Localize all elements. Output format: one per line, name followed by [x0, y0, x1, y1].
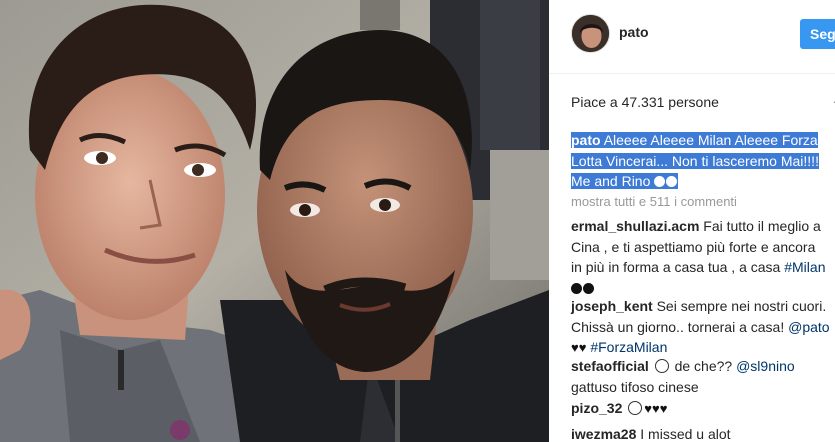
comment-username[interactable]: pizo_32 [571, 400, 622, 416]
comment-item: pizo_32 ♥♥♥ [571, 398, 835, 420]
comment-username[interactable]: ermal_shullazi.acm [571, 218, 699, 234]
post-side-panel: pato Segui Piace a 47.331 persone … pato… [549, 0, 835, 442]
likes-count[interactable]: Piace a 47.331 persone [571, 94, 719, 110]
comment-item: joseph_kent Sei sempre nei nostri cuori.… [571, 296, 835, 359]
hearts-emoji: ♥♥♥ [644, 401, 668, 416]
post-username[interactable]: pato [619, 24, 649, 40]
caption-line-1: Aleeee Aleeee Milan Aleeee Forza [603, 132, 818, 148]
comment-username[interactable]: stefaofficial [571, 358, 649, 374]
comment-text: in più in forma a casa tua , a casa [571, 259, 781, 275]
caption-line-2: Lotta Vincerai... Non ti lasceremo Mai!!… [571, 152, 819, 169]
comment-item: ermal_shullazi.acm Fai tutto il meglio a… [571, 216, 835, 298]
hashtag-link[interactable]: #Milan [784, 259, 825, 275]
avatar[interactable] [571, 14, 610, 53]
comment-text: Chissà un giorno.. tornerai a casa! [571, 318, 785, 335]
caption-line-3: Me and Rino [571, 173, 651, 189]
white-circle-icon [654, 176, 666, 187]
comment-text: de che?? [674, 358, 733, 374]
comment-text: I missed u alot [640, 426, 731, 442]
smiling-face-icon [628, 401, 643, 415]
comment-item: iwezma28 I missed u alot [571, 424, 835, 442]
comment-username[interactable]: iwezma28 [571, 426, 636, 442]
selfie-image [0, 0, 549, 442]
post-header: pato Segui [549, 0, 835, 74]
caption-author[interactable]: pato [571, 132, 601, 148]
post-photo[interactable] [0, 0, 549, 442]
follow-button[interactable]: Segui [800, 19, 835, 49]
post-caption: pato Aleeee Aleeee Milan Aleeee Forza Lo… [571, 130, 835, 192]
black-circle-icon [583, 282, 594, 294]
heart-icon: ♥ [571, 340, 579, 355]
comment-username[interactable]: joseph_kent [571, 298, 653, 314]
comment-text: Cina , e ti aspettiamo più forte e ancor… [571, 238, 816, 255]
comment-text: gattuso tifoso cinese [571, 378, 699, 395]
mention-link[interactable]: @pato [788, 319, 829, 335]
heart-icon: ♥ [578, 340, 587, 355]
white-circle-icon [666, 176, 678, 187]
comment-item: stefaofficial de che?? @sl9nino gattuso … [571, 356, 835, 397]
hashtag-link[interactable]: #ForzaMilan [590, 339, 667, 355]
black-circle-icon [571, 282, 582, 294]
mention-link[interactable]: @sl9nino [736, 358, 795, 374]
load-more-comments[interactable]: mostra tutti e 511 i commenti [571, 194, 737, 209]
comment-text: Sei sempre nei nostri cuori. [656, 298, 827, 314]
comment-text: Fai tutto il meglio a [703, 218, 821, 234]
avatar-image [572, 15, 609, 52]
worried-face-icon [654, 359, 669, 373]
